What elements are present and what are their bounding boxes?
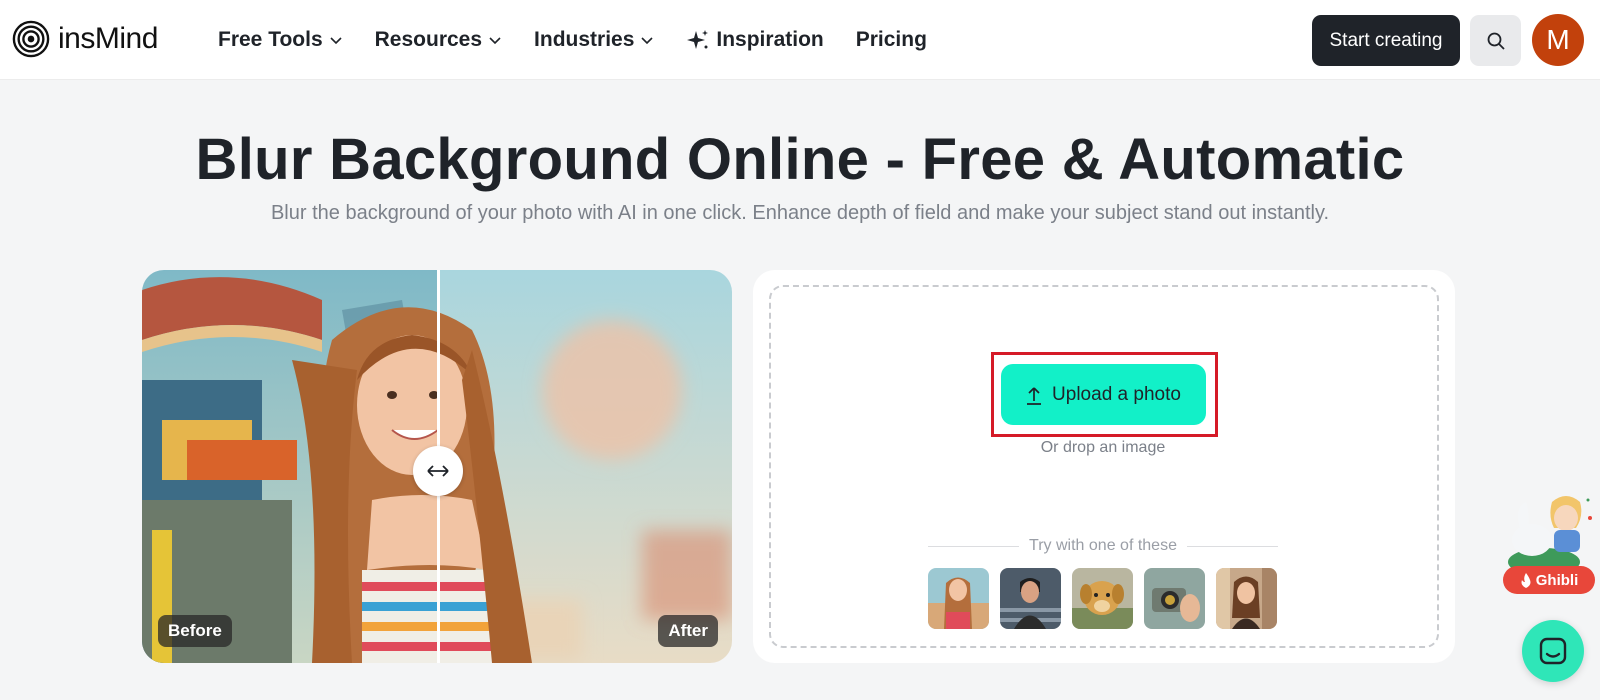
search-icon — [1487, 32, 1505, 50]
nav-inspiration[interactable]: Inspiration — [686, 24, 824, 56]
sample-thumbnail — [1216, 568, 1277, 629]
try-samples-divider: Try with one of these — [928, 537, 1279, 555]
upload-arrow-icon — [1027, 386, 1042, 405]
after-label: After — [658, 615, 718, 647]
page-subtitle: Blur the background of your photo with A… — [270, 202, 1330, 224]
fire-icon — [1521, 572, 1531, 588]
page-title: Blur Background Online - Free & Automati… — [195, 127, 1405, 192]
chat-icon — [1539, 637, 1567, 665]
nav-resources[interactable]: Resources — [375, 24, 502, 56]
brand-logo[interactable]: insMind — [12, 20, 158, 58]
main-nav: Free Tools Resources Industries Inspirat… — [218, 24, 959, 56]
nav-pricing[interactable]: Pricing — [856, 24, 927, 56]
chevron-down-icon — [330, 37, 342, 45]
sample-thumbnail — [1144, 568, 1205, 629]
before-after-preview[interactable]: Before After — [142, 270, 732, 663]
brand-name: insMind — [58, 22, 158, 55]
user-avatar[interactable]: M — [1532, 14, 1584, 66]
nav-label: Inspiration — [716, 28, 824, 51]
concentric-circles-logo-icon — [12, 20, 50, 58]
divider-line — [1186, 545, 1279, 547]
nav-label: Pricing — [855, 28, 927, 51]
sample-images — [928, 568, 1277, 629]
sample-thumbnail — [928, 568, 989, 629]
left-right-arrow-icon — [427, 465, 449, 477]
divider-line — [928, 545, 1020, 547]
before-label: Before — [158, 615, 232, 647]
upload-photo-button[interactable]: Upload a photo — [1001, 364, 1206, 425]
sample-hand-camera[interactable] — [1144, 568, 1205, 629]
search-button[interactable] — [1470, 15, 1521, 66]
nav-label: Free Tools — [218, 28, 323, 51]
sample-girl-carousel[interactable] — [928, 568, 989, 629]
nav-industries[interactable]: Industries — [534, 24, 654, 56]
nav-label: Resources — [374, 28, 483, 51]
sample-golden-dog[interactable] — [1072, 568, 1133, 629]
sample-thumbnail — [1072, 568, 1133, 629]
sample-woman-store[interactable] — [1216, 568, 1277, 629]
chat-button[interactable] — [1522, 620, 1584, 682]
drop-hint: Or drop an image — [1040, 439, 1166, 456]
ghibli-label: Ghibli — [1535, 571, 1579, 589]
sample-thumbnail — [1000, 568, 1061, 629]
sample-man-stairs[interactable] — [1000, 568, 1061, 629]
ghibli-character-illustration — [1508, 496, 1592, 576]
chevron-down-icon — [641, 37, 653, 45]
nav-label: Industries — [534, 28, 635, 51]
nav-free-tools[interactable]: Free Tools — [218, 24, 343, 56]
compare-slider-handle[interactable] — [413, 446, 463, 496]
start-creating-button[interactable]: Start creating — [1312, 15, 1460, 66]
ghibli-badge[interactable]: Ghibli — [1503, 566, 1595, 594]
sparkle-icon — [687, 30, 709, 49]
top-header: insMind Free Tools Resources Industries … — [0, 0, 1600, 80]
try-samples-label: Try with one of these — [1029, 537, 1177, 554]
chevron-down-icon — [489, 37, 501, 45]
upload-button-label: Upload a photo — [1052, 383, 1181, 405]
